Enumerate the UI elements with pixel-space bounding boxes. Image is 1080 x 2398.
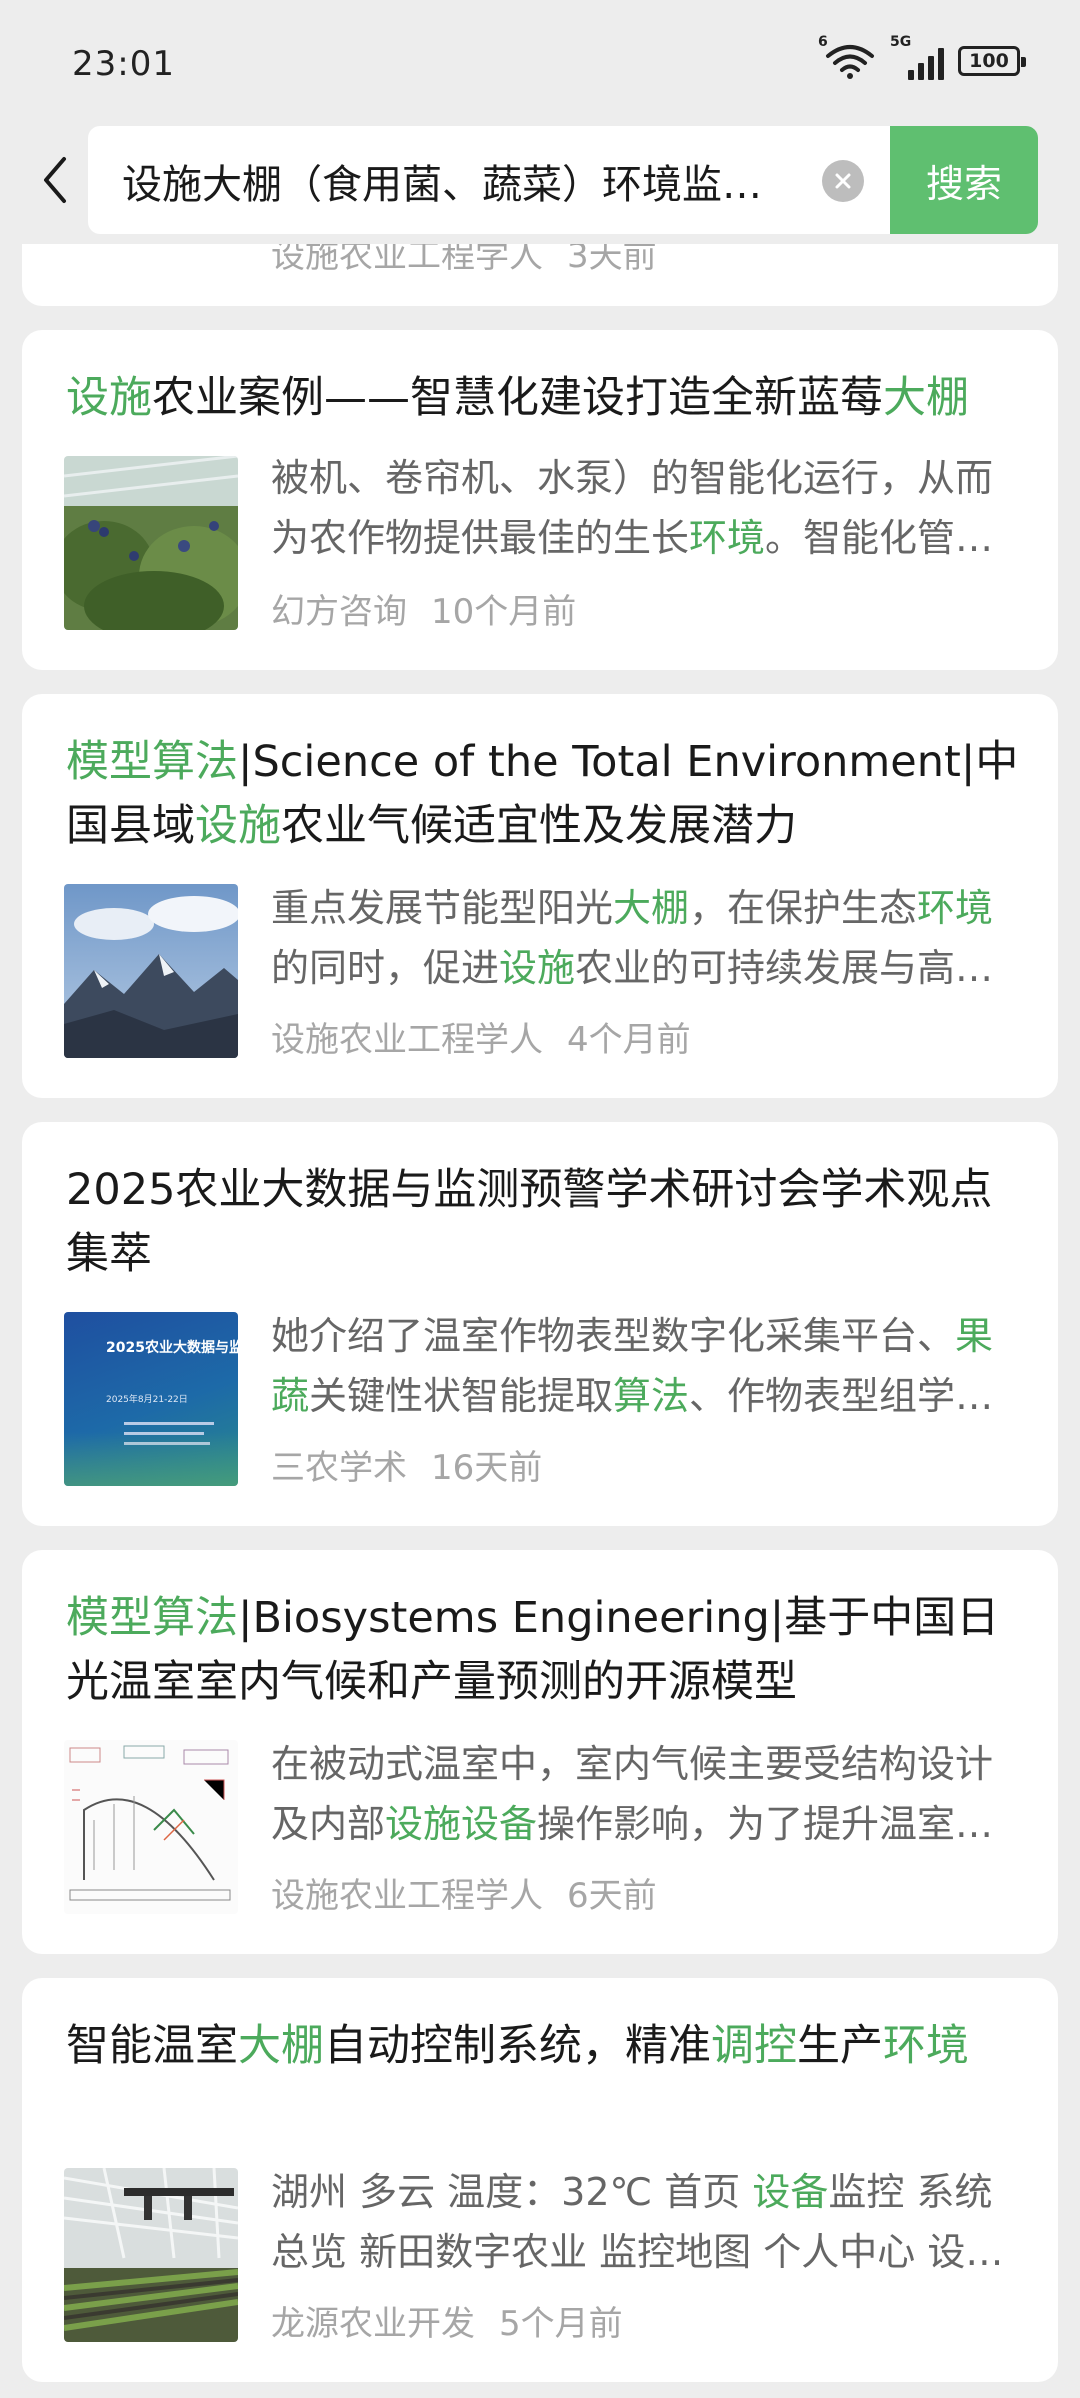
text-segment: 自动控制系统，精准 <box>324 2021 711 2071</box>
highlighted-keyword: 大棚 <box>883 373 969 423</box>
poster-title: 2025农业大数据与监测预警学术研讨会 <box>106 1340 238 1356</box>
result-card[interactable]: 模型算法|Biosystems Engineering|基于中国日光温室室内气候… <box>22 1550 1058 1954</box>
highlighted-keyword: 设施设备 <box>385 1802 538 1846</box>
poster-date: 2025年8月21-22日 <box>106 1395 188 1405</box>
result-title: 智能温室大棚自动控制系统，精准调控生产环境 <box>66 2014 1026 2078</box>
cellular-signal-icon: 5G <box>890 34 944 80</box>
clear-button[interactable] <box>822 160 864 202</box>
status-icons: 6 5G 100 <box>818 34 1026 80</box>
result-meta: 龙源农业开发 5个月前 <box>271 2296 623 2345</box>
result-source: 幻方咨询 <box>271 592 407 632</box>
highlighted-keyword: 设施 <box>66 373 152 423</box>
result-thumbnail-mountains <box>64 884 238 1058</box>
text-segment: 农业气候适宜性及发展潜力 <box>281 801 797 851</box>
close-icon <box>835 173 851 189</box>
text-segment: 她介绍了温室作物表型数字化采集平台、 <box>271 1314 956 1358</box>
result-snippet: 在被动式温室中，室内气候主要受结构设计及内部设施设备操作影响，为了提升温室生产效… <box>271 1734 1027 1854</box>
text-segment: 2025农业大数据与监测预警学术研讨会学术观点集萃 <box>66 1165 993 1279</box>
result-thumbnail-poster: 2025农业大数据与监测预警学术研讨会 2025年8月21-22日 <box>64 1312 238 1486</box>
search-header: 设施大棚（食用菌、蔬菜）环境监测设备与控制算法 搜索 <box>0 120 1080 244</box>
result-title: 模型算法|Science of the Total Environment|中国… <box>66 730 1026 858</box>
status-bar: 23:01 6 5G 100 <box>0 0 1080 120</box>
result-snippet: 重点发展节能型阳光大棚，在保护生态环境的同时，促进设施农业的可持续发展与高质量发… <box>271 878 1027 998</box>
result-title: 2025农业大数据与监测预警学术研讨会学术观点集萃 <box>66 1158 1026 1286</box>
result-meta: 设施农业工程学人 6天前 <box>271 1868 657 1917</box>
result-source: 设施农业工程学人 <box>271 1876 543 1916</box>
result-meta: 设施农业工程学人 4个月前 <box>271 1012 691 1061</box>
highlighted-keyword: 设施 <box>499 946 576 990</box>
result-source: 三农学术 <box>271 1448 407 1488</box>
result-meta: 三农学术 16天前 <box>271 1440 542 1489</box>
result-snippet: 她介绍了温室作物表型数字化采集平台、果蔬关键性状智能提取算法、作物表型组学大数据… <box>271 1306 1027 1426</box>
highlighted-keyword: 大棚 <box>238 2021 324 2071</box>
highlighted-keyword: 模型算法 <box>66 737 238 787</box>
result-source: 龙源农业开发 <box>271 2304 475 2344</box>
highlighted-keyword: 调控 <box>711 2021 797 2071</box>
result-title: 设施农业案例——智慧化建设打造全新蓝莓大棚 <box>66 366 1026 430</box>
search-results-page: 设施农业工程学人 3天前 设施农业案例——智慧化建设打造全新蓝莓大棚 被机、卷帘… <box>0 0 1080 2398</box>
result-card[interactable]: 智能温室大棚自动控制系统，精准调控生产环境 湖州 多云 温度：32℃ 首页 设备… <box>22 1978 1058 2382</box>
result-snippet: 被机、卷帘机、水泵）的智能化运行，从而为农作物提供最佳的生长环境。智能化管理系统… <box>271 448 1027 568</box>
highlighted-keyword: 环境 <box>883 2021 969 2071</box>
highlighted-keyword: 环境 <box>917 886 994 930</box>
text-segment: 关键性状智能提取 <box>309 1374 614 1418</box>
network-type: 5G <box>890 34 912 50</box>
result-time: 16天前 <box>431 1448 543 1488</box>
result-time: 6天前 <box>567 1876 657 1916</box>
highlighted-keyword: 设备 <box>752 2170 829 2214</box>
result-card[interactable]: 设施农业案例——智慧化建设打造全新蓝莓大棚 被机、卷帘机、水泵）的智能化运行，从… <box>22 330 1058 670</box>
result-title: 模型算法|Biosystems Engineering|基于中国日光温室室内气候… <box>66 1586 1026 1714</box>
battery-icon: 100 <box>958 46 1026 76</box>
chevron-left-icon <box>44 157 66 203</box>
status-time: 23:01 <box>72 44 175 84</box>
text-segment: 生产 <box>797 2021 883 2071</box>
result-card[interactable]: 2025农业大数据与监测预警学术研讨会学术观点集萃 2025农业大数据与监测预警… <box>22 1122 1058 1526</box>
wifi-icon: 6 <box>818 34 876 80</box>
text-segment: 湖州 多云 温度：32℃ 首页 <box>271 2170 753 2214</box>
search-input[interactable]: 设施大棚（食用菌、蔬菜）环境监测设备与控制算法 <box>122 152 762 210</box>
results-list[interactable]: 设施农业工程学人 3天前 设施农业案例——智慧化建设打造全新蓝莓大棚 被机、卷帘… <box>0 0 1080 2398</box>
result-snippet: 湖州 多云 温度：32℃ 首页 设备监控 系统总览 新田数字农业 监控地图 个人… <box>271 2162 1027 2282</box>
text-segment: 智能温室 <box>66 2021 238 2071</box>
text-segment: ，在保护生态 <box>689 886 918 930</box>
highlighted-keyword: 设施 <box>195 801 281 851</box>
result-thumbnail-diagram <box>64 1740 238 1914</box>
highlighted-keyword: 模型算法 <box>66 1593 238 1643</box>
result-thumbnail-greenhouse <box>64 2168 238 2342</box>
result-card[interactable]: 模型算法|Science of the Total Environment|中国… <box>22 694 1058 1098</box>
result-time: 5个月前 <box>499 2304 623 2344</box>
highlighted-keyword: 大棚 <box>613 886 690 930</box>
highlighted-keyword: 算法 <box>613 1374 690 1418</box>
text-segment: 农业案例——智慧化建设打造全新蓝莓 <box>152 373 883 423</box>
search-button[interactable]: 搜索 <box>890 126 1038 234</box>
text-segment: 重点发展节能型阳光 <box>271 886 614 930</box>
back-button[interactable] <box>30 150 80 210</box>
highlighted-keyword: 环境 <box>689 516 766 560</box>
result-time: 10个月前 <box>431 592 577 632</box>
result-source: 设施农业工程学人 <box>271 1020 543 1060</box>
battery-level: 100 <box>969 50 1009 72</box>
result-time: 4个月前 <box>567 1020 691 1060</box>
result-meta: 幻方咨询 10个月前 <box>271 584 576 633</box>
result-thumbnail-blueberry <box>64 456 238 630</box>
search-box[interactable]: 设施大棚（食用菌、蔬菜）环境监测设备与控制算法 <box>88 126 890 234</box>
text-segment: 的同时，促进 <box>271 946 500 990</box>
wifi-label: 6 <box>818 34 828 50</box>
